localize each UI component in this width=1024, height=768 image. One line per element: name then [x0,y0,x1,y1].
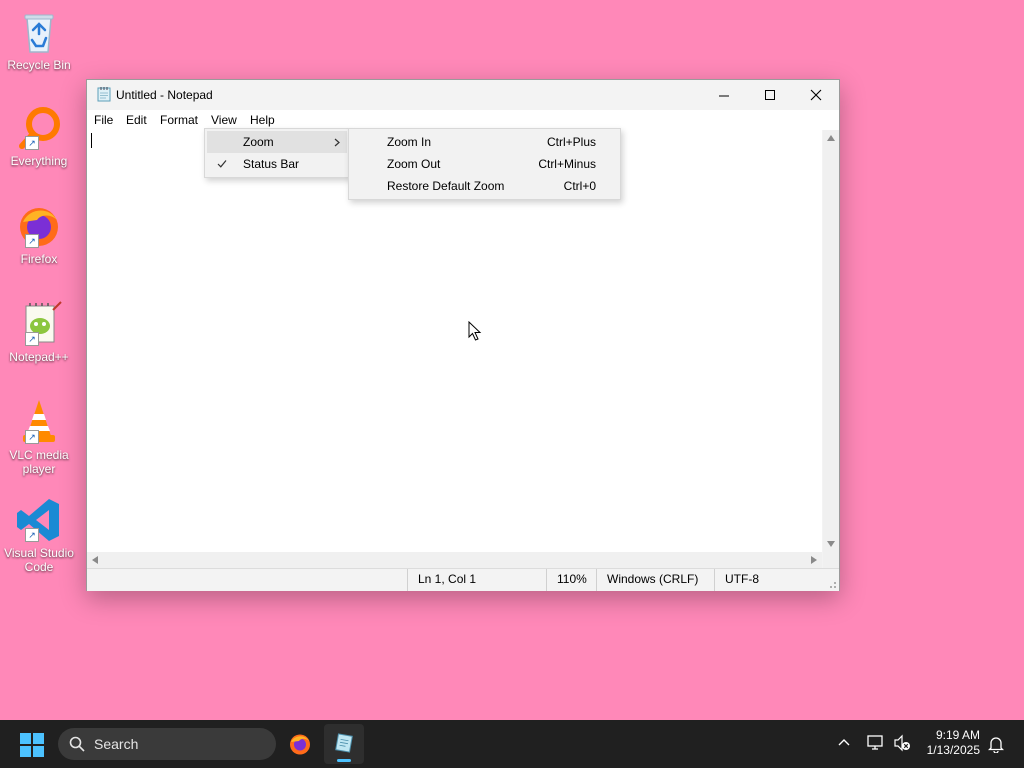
search-label: Search [94,736,139,752]
everything-icon: ↗ [15,104,63,152]
shortcut-arrow-icon: ↗ [25,430,39,444]
minimize-button[interactable] [701,80,747,110]
menu-item-label: Status Bar [243,157,300,171]
desktop-icon-label: VLC media player [9,448,69,476]
text-caret [91,133,92,148]
close-button[interactable] [793,80,839,110]
desktop-icon-firefox[interactable]: ↗ Firefox [2,202,76,266]
scroll-right-icon[interactable] [811,556,817,564]
menu-item-restore-default-zoom[interactable]: Restore Default Zoom Ctrl+0 [351,175,618,197]
network-icon[interactable] [867,734,885,752]
chevron-right-icon [334,138,340,147]
shortcut-arrow-icon: ↗ [25,332,39,346]
menu-item-status-bar[interactable]: Status Bar [207,153,347,175]
maximize-button[interactable] [747,80,793,110]
status-zoom: 110% [546,569,599,591]
desktop-icon-recycle-bin[interactable]: Recycle Bin [2,8,76,72]
chevron-up-icon[interactable] [838,738,850,746]
minimize-icon [718,95,729,96]
scroll-down-icon[interactable] [827,541,835,547]
view-menu-dropdown: Zoom Status Bar [204,128,350,178]
horizontal-scrollbar[interactable] [87,552,822,568]
resize-grip-icon[interactable] [827,579,837,589]
shortcut-arrow-icon: ↗ [25,234,39,248]
menu-item-shortcut: Ctrl+Plus [546,135,596,149]
desktop-icon-notepad-plus-plus[interactable]: ↗ Notepad++ [2,300,76,364]
scroll-up-icon[interactable] [827,135,835,141]
menu-help[interactable]: Help [250,113,275,127]
menu-view[interactable]: View [211,113,237,127]
notification-bell-icon[interactable] [988,735,1004,753]
desktop-icon-label: Notepad++ [9,350,69,364]
notepad-icon [96,86,112,105]
recycle-bin-icon [15,8,63,56]
vscode-icon: ↗ [15,496,63,544]
menu-item-label: Zoom [243,135,274,149]
notepad-icon [335,733,353,753]
window-title: Untitled - Notepad [116,88,213,102]
volume-muted-icon[interactable] [893,734,911,752]
close-icon [810,89,822,101]
zoom-submenu: Zoom In Ctrl+Plus Zoom Out Ctrl+Minus Re… [348,128,621,200]
desktop-icon-label: Recycle Bin [7,58,71,72]
status-line-endings: Windows (CRLF) [596,569,717,591]
clock[interactable]: 9:19 AM 1/13/2025 [927,728,980,758]
clock-time: 9:19 AM [935,728,980,742]
desktop-icon-label: Firefox [20,252,58,266]
shortcut-arrow-icon: ↗ [25,136,39,150]
scrollbar-corner [823,552,839,568]
desktop-icon-everything[interactable]: ↗ Everything [2,104,76,168]
shortcut-arrow-icon: ↗ [25,528,39,542]
menu-item-label: Zoom In [387,135,432,149]
active-app-indicator [337,759,351,762]
menu-format[interactable]: Format [160,113,198,127]
menu-item-zoom[interactable]: Zoom [207,131,347,153]
firefox-icon [290,734,310,755]
menu-item-shortcut: Ctrl+0 [563,179,596,193]
desktop-icon-label: Visual Studio Code [4,546,74,574]
mouse-pointer-icon [468,321,482,341]
menu-item-label: Zoom Out [387,157,441,171]
desktop-icon-vscode[interactable]: ↗ Visual Studio Code [2,496,76,574]
firefox-icon: ↗ [15,202,63,250]
menu-item-shortcut: Ctrl+Minus [538,157,596,171]
vlc-cone-icon: ↗ [15,398,63,446]
menu-item-zoom-in[interactable]: Zoom In Ctrl+Plus [351,131,618,153]
menu-file[interactable]: File [94,113,113,127]
status-bar: Ln 1, Col 1 110% Windows (CRLF) UTF-8 [87,568,839,591]
notepad-plus-plus-icon: ↗ [15,300,63,348]
taskbar-notepad[interactable] [324,724,364,764]
status-position: Ln 1, Col 1 [407,569,546,591]
desktop-icon-vlc[interactable]: ↗ VLC media player [2,398,76,476]
status-encoding: UTF-8 [714,569,815,591]
menu-item-label: Restore Default Zoom [387,179,505,193]
search-icon [69,736,85,752]
maximize-icon [764,89,775,100]
taskbar-search-box[interactable]: Search [58,728,276,760]
scroll-left-icon[interactable] [92,556,98,564]
windows-logo-icon [20,733,44,757]
taskbar: Search 9:19 AM 1/13/2025 [0,720,1024,768]
vertical-scrollbar[interactable] [823,130,839,552]
clock-date: 1/13/2025 [926,743,980,757]
start-button[interactable] [20,733,44,760]
taskbar-firefox[interactable] [288,732,312,759]
title-bar[interactable]: Untitled - Notepad [87,80,839,110]
menu-edit[interactable]: Edit [126,113,147,127]
menu-bar: File Edit Format View Help [87,110,839,130]
checkmark-icon [217,160,227,168]
menu-item-zoom-out[interactable]: Zoom Out Ctrl+Minus [351,153,618,175]
desktop-icon-label: Everything [10,154,68,168]
